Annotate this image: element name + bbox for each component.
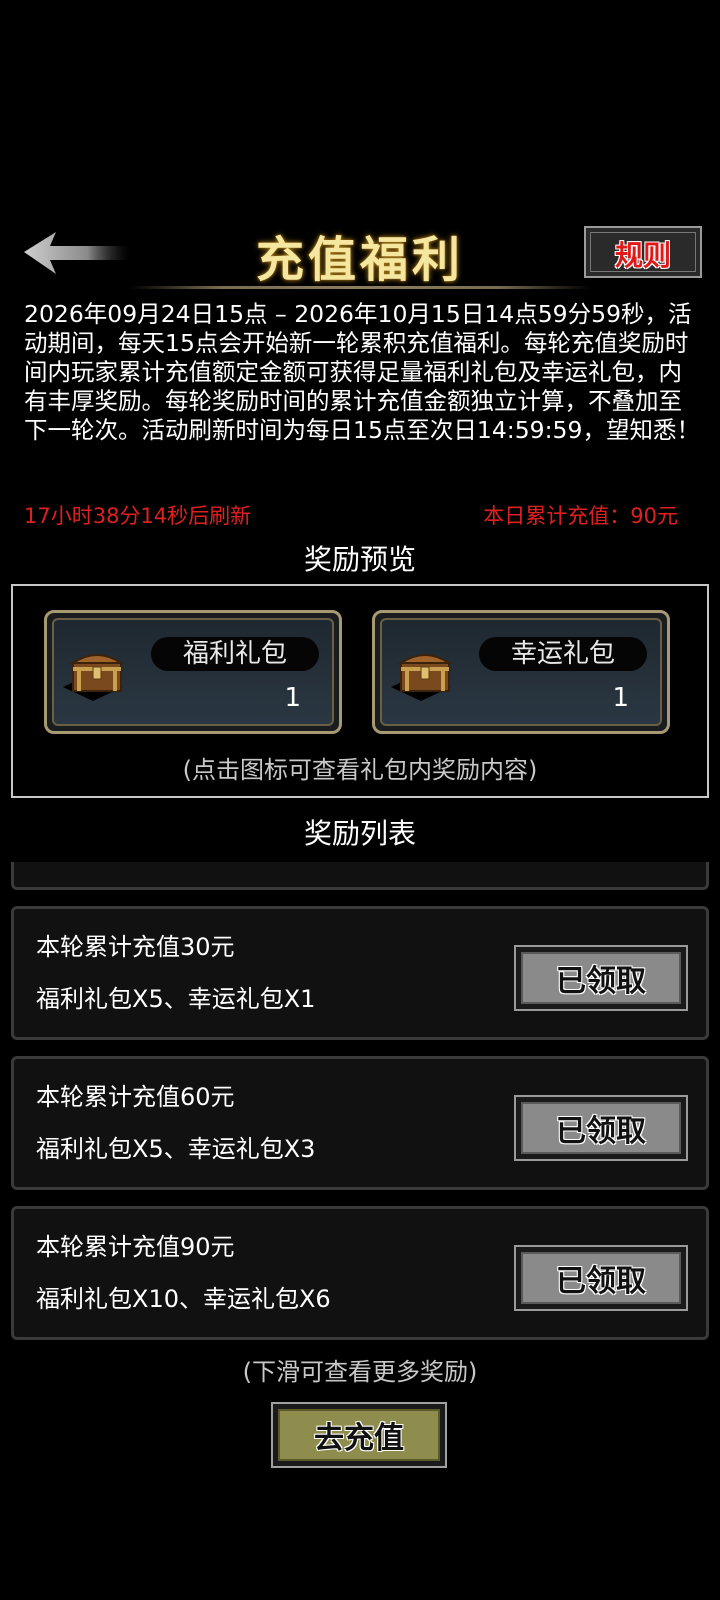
pack-count: 1: [284, 683, 301, 713]
title-divider: [130, 286, 590, 289]
reward-requirement: 本轮累计充值30元: [36, 933, 235, 961]
go-recharge-label: 去充值: [314, 1421, 404, 1456]
pack-name: 幸运礼包: [479, 637, 647, 671]
reward-row-90: 本轮累计充值90元 福利礼包X10、幸运礼包X6 已领取: [11, 1206, 709, 1340]
claimed-label: 已领取: [556, 1264, 646, 1299]
pack-count: 1: [612, 683, 629, 713]
preview-panel: 福利礼包 1 幸运礼包 1 (点击图标可查看礼包内奖励内容): [11, 584, 709, 798]
reward-contents: 福利礼包X5、幸运礼包X1: [36, 985, 316, 1013]
reward-list-title: 奖励列表: [303, 817, 416, 850]
scroll-hint: (下滑可查看更多奖励): [242, 1358, 478, 1386]
reward-requirement: 本轮累计充值60元: [36, 1083, 235, 1111]
rules-button[interactable]: 规则: [584, 226, 702, 278]
preview-title: 奖励预览: [303, 543, 416, 576]
claimed-label: 已领取: [556, 1114, 646, 1149]
welfare-pack-card[interactable]: 福利礼包 1: [44, 610, 342, 734]
pack-name: 福利礼包: [151, 637, 319, 671]
reward-contents: 福利礼包X10、幸运礼包X6: [36, 1285, 331, 1313]
claimed-button[interactable]: 已领取: [514, 1095, 688, 1161]
go-recharge-button[interactable]: 去充值: [271, 1402, 447, 1468]
reward-row-60: 本轮累计充值60元 福利礼包X5、幸运礼包X3 已领取: [11, 1056, 709, 1190]
treasure-chest-icon: [397, 654, 453, 692]
today-recharge-total: 本日累计充值：90元: [483, 504, 678, 528]
reward-row-30: 本轮累计充值30元 福利礼包X5、幸运礼包X1 已领取: [11, 906, 709, 1040]
rules-label: 规则: [614, 239, 671, 272]
claimed-button[interactable]: 已领取: [514, 945, 688, 1011]
claimed-button[interactable]: 已领取: [514, 1245, 688, 1311]
activity-description: 2026年09月24日15点 – 2026年10月15日14点59分59秒，活动…: [24, 300, 700, 444]
claimed-label: 已领取: [556, 964, 646, 999]
reward-contents: 福利礼包X5、幸运礼包X3: [36, 1135, 316, 1163]
lucky-pack-card[interactable]: 幸运礼包 1: [372, 610, 670, 734]
treasure-chest-icon: [69, 654, 125, 692]
preview-hint: (点击图标可查看礼包内奖励内容): [182, 756, 538, 784]
list-item-partial: [11, 862, 709, 890]
reward-requirement: 本轮累计充值90元: [36, 1233, 235, 1261]
refresh-countdown: 17小时38分14秒后刷新: [24, 504, 252, 528]
